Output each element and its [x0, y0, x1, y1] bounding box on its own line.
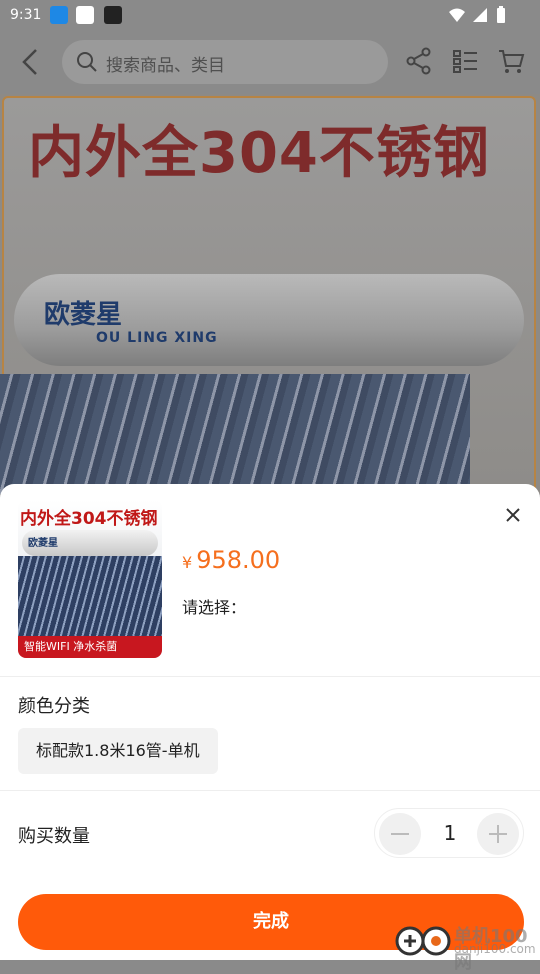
wifi-icon — [449, 8, 465, 22]
share-icon[interactable] — [404, 46, 434, 76]
watermark: 单机100网 danji100.com — [394, 922, 540, 973]
search-icon — [77, 52, 97, 72]
price-currency: ¥ — [182, 553, 193, 572]
divider — [0, 790, 540, 791]
product-headline: 内外全304不锈钢 — [28, 121, 490, 186]
color-section-label: 颜色分类 — [18, 696, 90, 717]
quantity-value[interactable]: 1 — [435, 821, 465, 845]
product-image[interactable]: 内外全304不锈钢 欧菱星 OU LING XING — [0, 94, 540, 494]
sku-selection-sheet: 内外全304不锈钢 欧菱星 智能WIFI 净水杀菌 ¥958.00 请选择： 颜… — [0, 484, 540, 973]
price-value: 958.00 — [196, 546, 281, 574]
minus-icon[interactable] — [379, 813, 421, 855]
divider — [0, 676, 540, 677]
cart-icon[interactable] — [496, 46, 526, 76]
watermark-line2: danji100.com — [454, 942, 536, 956]
download-notification-icon — [50, 6, 68, 24]
color-option[interactable]: 标配款1.8米16管-单机 — [18, 728, 218, 774]
quantity-label: 购买数量 — [18, 826, 90, 847]
list-icon[interactable] — [450, 46, 480, 76]
close-icon[interactable] — [502, 504, 524, 526]
app-notification-icon — [76, 6, 94, 24]
quantity-stepper: 1 — [374, 808, 524, 858]
vacuum-tubes-graphic — [0, 374, 470, 494]
status-bar: 9:31 — [0, 0, 540, 32]
thumbnail-tubes — [18, 556, 162, 636]
search-input[interactable]: 搜索商品、类目 — [62, 40, 388, 84]
brand-name-en: OU LING XING — [96, 330, 218, 346]
status-time: 9:31 — [10, 7, 42, 23]
back-icon[interactable] — [14, 44, 50, 80]
top-nav-bar: 搜索商品、类目 — [0, 32, 540, 94]
signal-icon — [473, 8, 487, 22]
battery-icon — [497, 6, 505, 23]
plus-icon[interactable] — [477, 813, 519, 855]
choose-label: 请选择： — [182, 598, 247, 617]
product-thumbnail[interactable]: 内外全304不锈钢 欧菱星 智能WIFI 净水杀菌 — [18, 500, 162, 658]
thumbnail-brand: 欧菱星 — [28, 538, 58, 549]
search-placeholder: 搜索商品、类目 — [106, 56, 225, 76]
thumbnail-strip: 智能WIFI 净水杀菌 — [18, 636, 162, 658]
price: ¥958.00 — [182, 546, 280, 574]
brand-name: 欧菱星 — [44, 300, 123, 330]
watermark-logo-icon — [395, 926, 451, 956]
bot-notification-icon — [104, 6, 122, 24]
thumbnail-headline: 内外全304不锈钢 — [20, 509, 158, 529]
